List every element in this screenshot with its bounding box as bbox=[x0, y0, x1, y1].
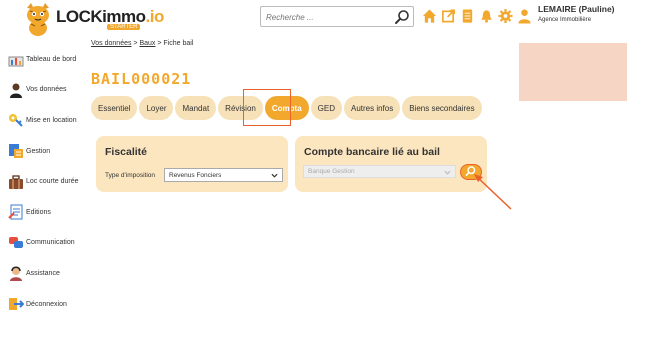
sidebar-item-tableau-de-bord[interactable]: Tableau de bord bbox=[8, 44, 88, 75]
tab-biens-secondaires[interactable]: Biens secondaires bbox=[402, 96, 482, 120]
tab-essentiel[interactable]: Essentiel bbox=[91, 96, 138, 120]
search-icon[interactable] bbox=[394, 9, 410, 25]
plan-badge: STARTER bbox=[107, 24, 141, 30]
sidebar: Tableau de bord Vos données Mise en loca… bbox=[8, 44, 88, 319]
sidebar-item-gestion[interactable]: Gestion bbox=[8, 136, 88, 167]
sidebar-item-mise-en-location[interactable]: Mise en location bbox=[8, 105, 88, 136]
gear-icon[interactable] bbox=[498, 8, 513, 24]
tab-mandat[interactable]: Mandat bbox=[175, 96, 217, 120]
cat-mascot-icon bbox=[27, 3, 49, 36]
type-imposition-label: Type d'imposition bbox=[105, 172, 156, 179]
page-title: BAIL000021 bbox=[91, 70, 192, 88]
tab-ged[interactable]: GED bbox=[310, 96, 342, 120]
logout-icon bbox=[9, 298, 24, 311]
fiscalite-panel: Fiscalité Type d'imposition Revenus Fonc… bbox=[96, 136, 288, 192]
sidebar-item-assistance[interactable]: Assistance bbox=[8, 258, 88, 289]
sidebar-item-loc-courte-duree[interactable]: Loc courte durée bbox=[8, 166, 88, 197]
support-icon bbox=[10, 266, 22, 282]
chevron-down-icon bbox=[444, 170, 451, 175]
sidebar-item-communication[interactable]: Communication bbox=[8, 228, 88, 259]
dashboard-icon bbox=[8, 56, 24, 67]
document-icon[interactable] bbox=[460, 8, 475, 24]
app-logo[interactable]: LOCKimmo.io STARTER bbox=[22, 2, 164, 36]
compte-bancaire-select[interactable]: Banque Gestion bbox=[303, 165, 456, 178]
type-imposition-select[interactable]: Revenus Fonciers bbox=[164, 168, 283, 182]
person-icon bbox=[10, 83, 22, 98]
keys-icon bbox=[9, 114, 23, 128]
management-icon bbox=[9, 144, 23, 159]
bell-icon[interactable] bbox=[479, 8, 494, 24]
compte-bancaire-panel: Compte bancaire lié au bail Banque Gesti… bbox=[295, 136, 487, 192]
breadcrumb-vos-donnees[interactable]: Vos données bbox=[91, 40, 131, 47]
external-link-icon[interactable] bbox=[441, 8, 456, 24]
breadcrumb: Vos données > Baux > Fiche bail bbox=[91, 40, 194, 47]
user-icon[interactable] bbox=[517, 8, 532, 24]
tab-highlight-box bbox=[243, 89, 291, 126]
user-role: Agence Immobilière bbox=[538, 17, 592, 23]
header-toolbar bbox=[422, 8, 532, 24]
breadcrumb-current: Fiche bail bbox=[163, 40, 194, 47]
sidebar-item-editions[interactable]: Editions bbox=[8, 197, 88, 228]
fiscalite-title: Fiscalité bbox=[105, 146, 148, 158]
search-input[interactable] bbox=[261, 8, 389, 27]
home-icon[interactable] bbox=[422, 8, 437, 24]
global-search[interactable] bbox=[260, 6, 414, 27]
sidebar-item-deconnexion[interactable]: Déconnexion bbox=[8, 289, 88, 320]
compte-bancaire-title: Compte bancaire lié au bail bbox=[304, 146, 440, 158]
tab-autres-infos[interactable]: Autres infos bbox=[343, 96, 401, 120]
annotation-arrow-icon bbox=[474, 174, 512, 210]
placeholder-banner bbox=[519, 43, 627, 101]
chat-icon bbox=[9, 236, 23, 248]
breadcrumb-baux[interactable]: Baux bbox=[139, 40, 155, 47]
user-name[interactable]: LEMAIRE (Pauline) bbox=[538, 4, 615, 14]
tab-loyer[interactable]: Loyer bbox=[139, 96, 174, 120]
editions-icon bbox=[8, 204, 23, 220]
chevron-down-icon bbox=[271, 173, 278, 178]
suitcase-icon bbox=[9, 175, 23, 189]
sidebar-item-vos-donnees[interactable]: Vos données bbox=[8, 75, 88, 106]
